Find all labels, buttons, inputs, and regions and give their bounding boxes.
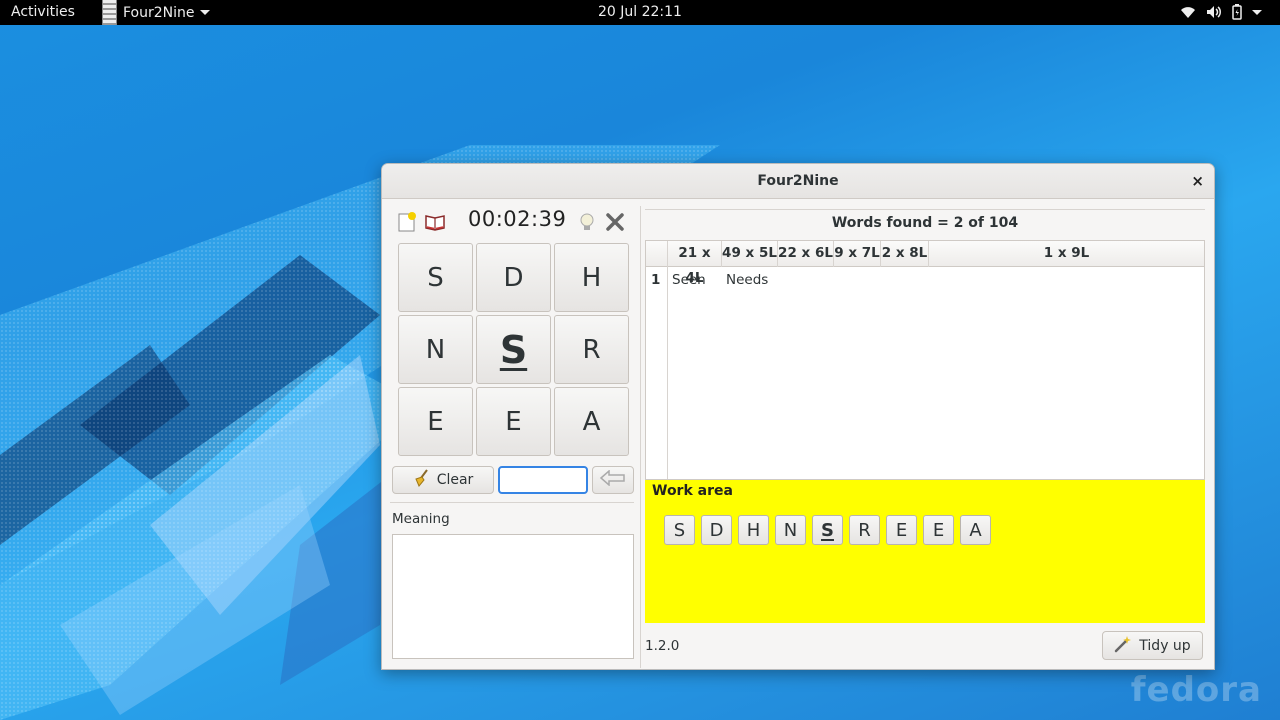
tidy-up-label: Tidy up xyxy=(1139,637,1191,654)
backspace-button[interactable] xyxy=(592,466,634,494)
work-tile[interactable]: N xyxy=(775,515,806,545)
letter-tile[interactable]: N xyxy=(398,315,473,384)
letter-tile[interactable]: E xyxy=(476,387,551,456)
column-header[interactable] xyxy=(646,241,668,267)
window-titlebar[interactable]: Four2Nine × xyxy=(382,164,1214,199)
window-close-button[interactable]: × xyxy=(1191,164,1204,199)
work-tile[interactable]: H xyxy=(738,515,769,545)
backspace-icon xyxy=(599,469,626,490)
window-title: Four2Nine xyxy=(757,173,839,189)
system-tray[interactable] xyxy=(1180,4,1262,20)
four2nine-window: Four2Nine × 00:02:39 S D H N S R E E A C… xyxy=(381,163,1215,670)
row-number: 1 xyxy=(651,272,661,288)
work-tile[interactable]: D xyxy=(701,515,732,545)
broom-icon xyxy=(413,469,431,491)
new-game-icon[interactable] xyxy=(396,211,418,233)
magic-wand-icon xyxy=(1114,635,1132,657)
top-bar: Activities Four2Nine 20 Jul 22:11 xyxy=(0,0,1280,25)
table-cell[interactable]: Seen xyxy=(672,272,706,288)
letter-tile[interactable]: S xyxy=(398,243,473,312)
work-tile[interactable]: S xyxy=(664,515,695,545)
work-tile[interactable]: E xyxy=(923,515,954,545)
work-area-tiles: S D H N S R E E A xyxy=(664,515,991,545)
chevron-down-icon xyxy=(199,10,210,15)
right-panel: Words found = 2 of 104 21 x 4L 49 x 5L 2… xyxy=(645,209,1205,664)
letter-tile[interactable]: A xyxy=(554,387,629,456)
app-menu-label: Four2Nine xyxy=(123,4,195,21)
lightbulb-icon[interactable] xyxy=(576,211,598,233)
tidy-up-button[interactable]: Tidy up xyxy=(1102,631,1203,660)
work-tile[interactable]: A xyxy=(960,515,991,545)
meaning-label: Meaning xyxy=(392,511,450,527)
row-gutter xyxy=(646,267,668,479)
work-tile[interactable]: E xyxy=(886,515,917,545)
table-cell[interactable]: Needs xyxy=(726,272,768,288)
work-tile[interactable]: R xyxy=(849,515,880,545)
column-header[interactable]: 21 x 4L xyxy=(668,241,722,286)
app-menu[interactable]: Four2Nine xyxy=(102,0,210,25)
key-letter-tile[interactable]: S xyxy=(476,315,551,384)
dictionary-icon[interactable] xyxy=(424,211,446,233)
words-found-status: Words found = 2 of 104 xyxy=(831,215,1019,231)
fedora-logo: fedora xyxy=(1130,670,1262,710)
letter-tile[interactable]: R xyxy=(554,315,629,384)
column-header[interactable]: 2 x 8L xyxy=(881,241,929,267)
version-label: 1.2.0 xyxy=(645,638,680,654)
column-header[interactable]: 1 x 9L xyxy=(929,241,1204,267)
letter-tile[interactable]: H xyxy=(554,243,629,312)
word-input[interactable] xyxy=(498,466,588,494)
work-tile-key-letter[interactable]: S xyxy=(812,515,843,545)
divider xyxy=(645,209,1205,210)
work-area[interactable]: Work area S D H N S R E E A xyxy=(645,480,1205,623)
activities-button[interactable]: Activities xyxy=(11,4,75,20)
meaning-textbox[interactable] xyxy=(392,534,634,659)
letter-tile[interactable]: D xyxy=(476,243,551,312)
word-entry-row: Clear xyxy=(392,466,634,494)
found-words-table[interactable]: 21 x 4L 49 x 5L 22 x 6L 9 x 7L 2 x 8L 1 … xyxy=(645,240,1205,480)
column-header[interactable]: 22 x 6L xyxy=(778,241,834,267)
clock[interactable]: 20 Jul 22:11 xyxy=(598,4,682,20)
battery-icon xyxy=(1232,4,1242,20)
letter-grid: S D H N S R E E A xyxy=(398,243,630,456)
toolbar: 00:02:39 xyxy=(390,207,636,239)
column-header[interactable]: 49 x 5L xyxy=(722,241,778,267)
volume-icon xyxy=(1206,5,1222,19)
close-icon[interactable] xyxy=(604,211,626,233)
work-area-label: Work area xyxy=(652,483,733,499)
left-panel: 00:02:39 S D H N S R E E A Clear Meaning xyxy=(390,207,636,664)
chevron-down-icon xyxy=(1252,7,1262,17)
table-header: 21 x 4L 49 x 5L 22 x 6L 9 x 7L 2 x 8L 1 … xyxy=(646,241,1204,286)
wifi-icon xyxy=(1180,5,1196,19)
clear-button-label: Clear xyxy=(436,472,474,488)
clear-button[interactable]: Clear xyxy=(392,466,494,494)
panel-divider[interactable] xyxy=(640,206,641,668)
game-timer: 00:02:39 xyxy=(468,207,567,231)
column-header[interactable]: 9 x 7L xyxy=(834,241,881,267)
four2nine-app-icon xyxy=(102,0,117,25)
letter-tile[interactable]: E xyxy=(398,387,473,456)
divider xyxy=(390,502,634,503)
